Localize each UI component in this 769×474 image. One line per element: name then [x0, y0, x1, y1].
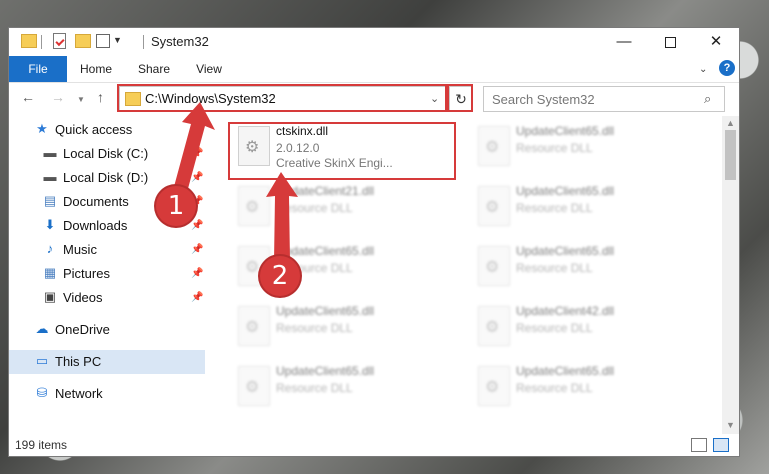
- arrow-2: [266, 172, 298, 262]
- callout-badge-2: 2: [260, 256, 300, 296]
- callout-badge-1: 1: [156, 186, 196, 226]
- callout-arrows: [168, 102, 298, 262]
- arrow-1: [168, 102, 215, 196]
